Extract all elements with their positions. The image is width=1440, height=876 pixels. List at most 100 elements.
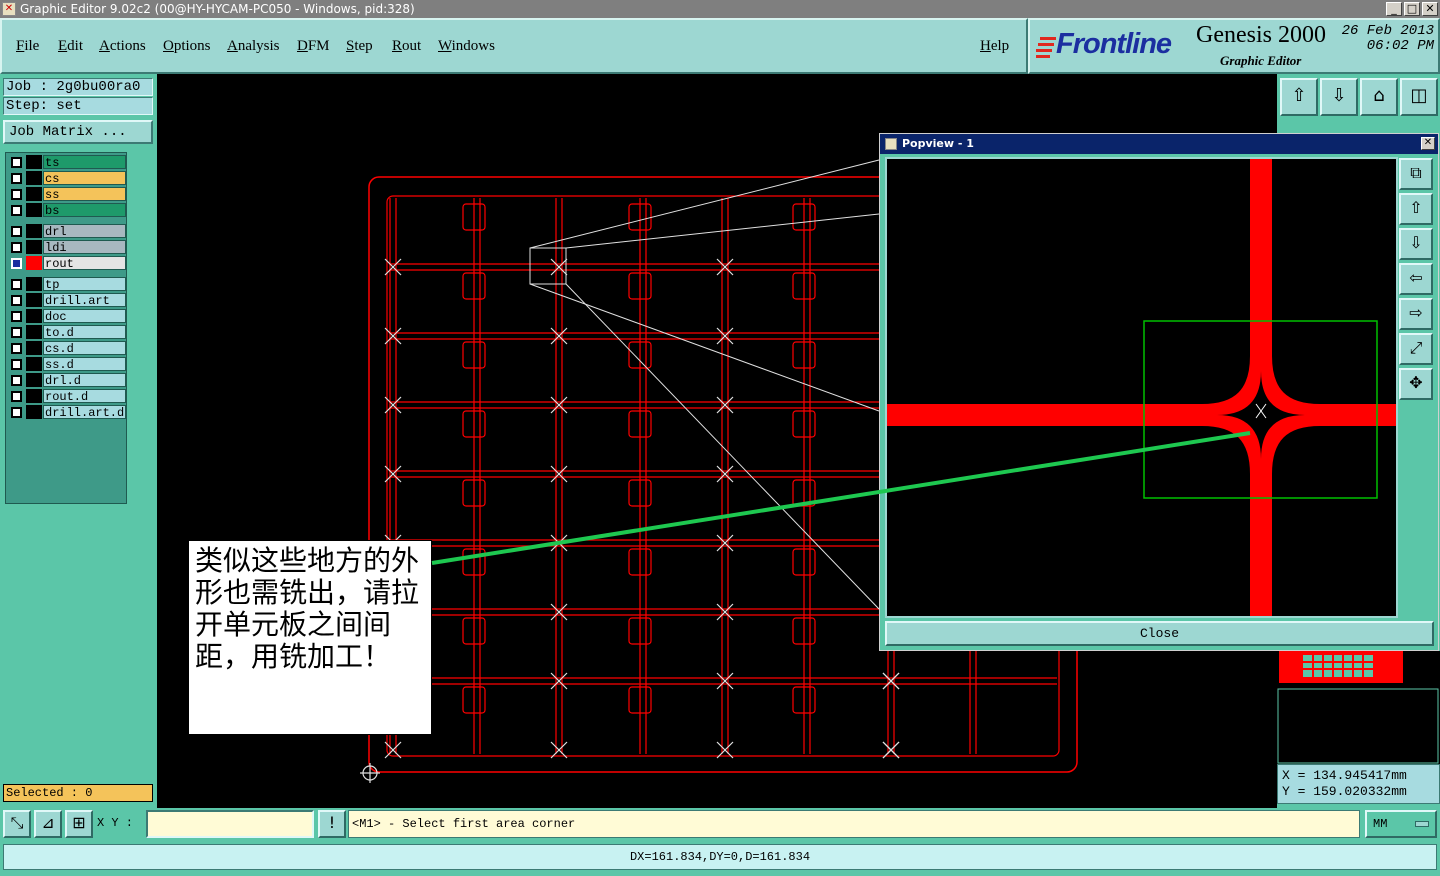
snap-icon[interactable]: ⊿ <box>34 810 62 838</box>
popview-fit-icon[interactable]: ⧉ <box>1399 158 1433 190</box>
layer-name[interactable]: tp <box>43 277 126 292</box>
popview-right-icon[interactable]: ⇨ <box>1399 298 1433 330</box>
layer-checkbox[interactable] <box>11 295 22 306</box>
layer-name[interactable]: ts <box>43 155 126 170</box>
layer-checkbox[interactable] <box>11 343 22 354</box>
layer-name[interactable]: ldi <box>43 240 126 255</box>
layer-color-swatch[interactable] <box>26 293 42 307</box>
layer-checkbox[interactable] <box>11 359 22 370</box>
layer-checkbox[interactable] <box>11 242 22 253</box>
layer-color-swatch[interactable] <box>26 373 42 387</box>
popview-zoom-out-icon[interactable]: ✥ <box>1399 368 1433 400</box>
popview-titlebar[interactable]: Popview - 1 <box>880 134 1438 154</box>
layer-color-swatch[interactable] <box>26 155 42 169</box>
layer-row-rout-d[interactable]: rout.d <box>8 389 126 404</box>
layer-name[interactable]: drl.d <box>43 373 126 388</box>
layer-name[interactable]: to.d <box>43 325 126 340</box>
measure-icon[interactable]: ⤡ <box>3 810 31 838</box>
layer-checkbox[interactable] <box>11 173 22 184</box>
layer-name[interactable]: doc <box>43 309 126 324</box>
layer-color-swatch[interactable] <box>26 203 42 217</box>
layer-name[interactable]: ss.d <box>43 357 126 372</box>
menu-actions[interactable]: Actions <box>99 38 146 55</box>
menu-file[interactable]: File <box>16 38 39 55</box>
layer-color-swatch[interactable] <box>26 389 42 403</box>
layer-row-drl[interactable]: drl <box>8 224 126 239</box>
layer-row-cs[interactable]: cs <box>8 171 126 186</box>
layer-name[interactable]: cs.d <box>43 341 126 356</box>
layer-name[interactable]: drl <box>43 224 126 239</box>
layer-color-swatch[interactable] <box>26 277 42 291</box>
layer-color-swatch[interactable] <box>26 187 42 201</box>
zoom-up-icon[interactable]: ⇧ <box>1280 78 1318 116</box>
popview-window[interactable]: Popview - 1 ✕ ⧉ ⇧ ⇩ ⇦ ⇨ ⤢ ✥ Close <box>879 133 1439 651</box>
layer-row-bs[interactable]: bs <box>8 203 126 218</box>
popview-zoom-in-icon[interactable]: ⤢ <box>1399 333 1433 365</box>
popview-down-icon[interactable]: ⇩ <box>1399 228 1433 260</box>
layer-row-ldi[interactable]: ldi <box>8 240 126 255</box>
mini-map[interactable] <box>1277 651 1440 764</box>
layer-row-drill-art[interactable]: drill.art <box>8 293 126 308</box>
layer-row-ss[interactable]: ss <box>8 187 126 202</box>
popview-left-icon[interactable]: ⇦ <box>1399 263 1433 295</box>
layer-name[interactable]: cs <box>43 171 126 186</box>
layer-color-swatch[interactable] <box>26 309 42 323</box>
layer-row-doc[interactable]: doc <box>8 309 126 324</box>
menu-step[interactable]: Step <box>346 38 373 55</box>
grid-icon[interactable]: ⊞ <box>65 810 93 838</box>
layer-color-swatch[interactable] <box>26 357 42 371</box>
zoom-down-icon[interactable]: ⇩ <box>1320 78 1358 116</box>
menu-dfm[interactable]: DFM <box>297 38 330 55</box>
layer-checkbox[interactable] <box>11 391 22 402</box>
layer-color-swatch[interactable] <box>26 240 42 254</box>
job-matrix-button[interactable]: Job Matrix ... <box>3 120 153 144</box>
layer-color-swatch[interactable] <box>26 405 42 419</box>
layer-row-cs-d[interactable]: cs.d <box>8 341 126 356</box>
layer-checkbox[interactable] <box>11 258 22 269</box>
popview-close-button[interactable]: Close <box>885 621 1434 646</box>
layer-checkbox[interactable] <box>11 226 22 237</box>
layer-name[interactable]: drill.art.d <box>43 405 126 420</box>
layer-row-drill-art-d[interactable]: drill.art.d <box>8 405 126 420</box>
units-select[interactable]: MM <box>1365 810 1437 838</box>
layer-row-tp[interactable]: tp <box>8 277 126 292</box>
menu-edit[interactable]: Edit <box>58 38 83 55</box>
layer-checkbox[interactable] <box>11 189 22 200</box>
layer-name[interactable]: rout <box>43 256 126 271</box>
layer-name[interactable]: ss <box>43 187 126 202</box>
layer-name[interactable]: rout.d <box>43 389 126 404</box>
minimize-button[interactable]: _ <box>1386 2 1402 16</box>
layer-checkbox[interactable] <box>11 279 22 290</box>
menu-help[interactable]: Help <box>980 38 1009 55</box>
xy-input[interactable] <box>146 810 314 838</box>
layer-checkbox[interactable] <box>11 157 22 168</box>
close-window-button[interactable]: ✕ <box>1422 2 1438 16</box>
layer-name[interactable]: drill.art <box>43 293 126 308</box>
layer-row-to-d[interactable]: to.d <box>8 325 126 340</box>
layer-checkbox[interactable] <box>11 205 22 216</box>
popview-up-icon[interactable]: ⇧ <box>1399 193 1433 225</box>
layer-color-swatch[interactable] <box>26 325 42 339</box>
layer-color-swatch[interactable] <box>26 224 42 238</box>
layer-row-ts[interactable]: ts <box>8 155 126 170</box>
layer-color-swatch[interactable] <box>26 341 42 355</box>
popview-canvas[interactable] <box>885 157 1398 618</box>
menu-rout[interactable]: Rout <box>392 38 421 55</box>
layer-checkbox[interactable] <box>11 407 22 418</box>
home-icon[interactable]: ⌂ <box>1360 78 1398 116</box>
layer-row-drl-d[interactable]: drl.d <box>8 373 126 388</box>
layer-color-swatch[interactable] <box>26 171 42 185</box>
menu-windows[interactable]: Windows <box>438 38 495 55</box>
layer-checkbox[interactable] <box>11 375 22 386</box>
menu-options[interactable]: Options <box>163 38 211 55</box>
popview-close-icon[interactable]: ✕ <box>1421 137 1435 150</box>
layer-color-swatch[interactable] <box>26 256 42 270</box>
units-dropdown-icon[interactable] <box>1415 821 1429 827</box>
layer-row-rout[interactable]: rout <box>8 256 126 271</box>
layer-name[interactable]: bs <box>43 203 126 218</box>
window-split-icon[interactable]: ◫ <box>1400 78 1438 116</box>
layer-checkbox[interactable] <box>11 311 22 322</box>
layer-row-ss-d[interactable]: ss.d <box>8 357 126 372</box>
menu-analysis[interactable]: Analysis <box>227 38 280 55</box>
maximize-button[interactable]: □ <box>1404 2 1420 16</box>
